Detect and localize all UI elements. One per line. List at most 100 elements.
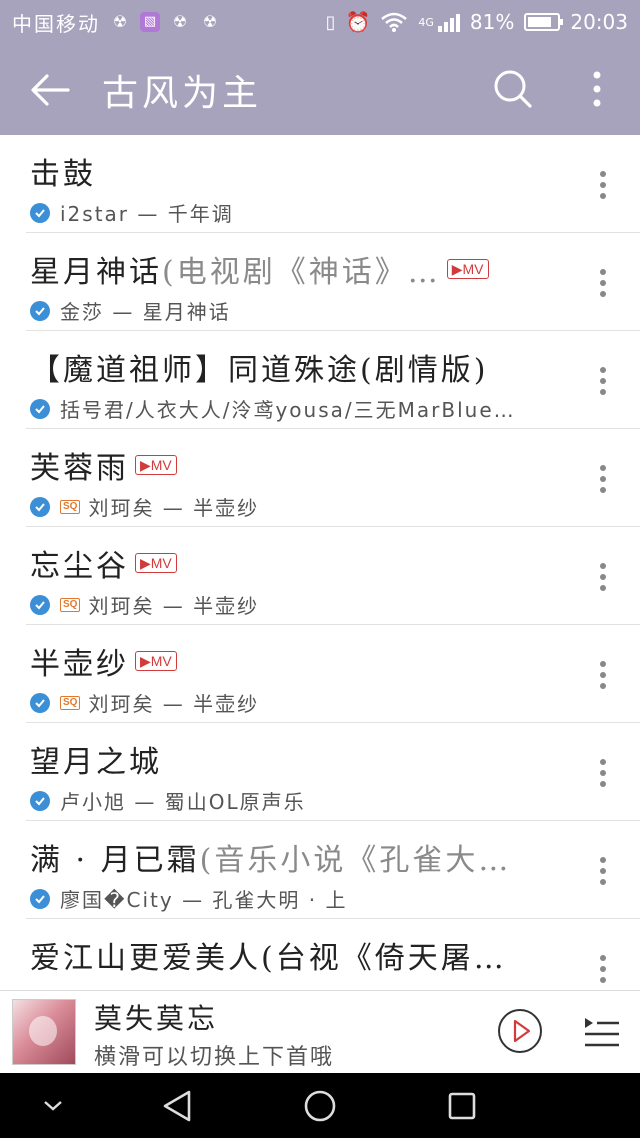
- sq-quality-badge: SQ: [60, 499, 81, 514]
- search-icon: [494, 70, 532, 108]
- alarm-icon: ⏰: [345, 10, 371, 34]
- song-row[interactable]: 忘尘谷 ▶MV SQ 刘珂矣 — 半壶纱: [26, 527, 640, 625]
- song-title-line: 望月之城: [30, 737, 550, 781]
- song-row[interactable]: 击鼓 i2star — 千年调: [26, 135, 640, 233]
- song-list[interactable]: 击鼓 i2star — 千年调 星月神话 (电视剧《神话》… ▶MV 金莎 — 星月神话【…: [0, 135, 640, 990]
- song-title-line: 爱江山更爱美人(台视《倚天屠…: [30, 933, 550, 977]
- more-vertical-icon: [593, 71, 601, 107]
- song-title-line: 半壶纱 ▶MV: [30, 639, 550, 683]
- wifi-icon: [381, 12, 408, 32]
- song-title: 【魔道祖师】同道殊途(剧情版): [30, 353, 489, 388]
- album-art[interactable]: [12, 999, 76, 1065]
- song-more-button[interactable]: [588, 459, 618, 499]
- mv-badge[interactable]: ▶MV: [446, 259, 489, 279]
- song-meta-line: i2star — 千年调: [30, 198, 550, 227]
- downloaded-check-icon: [30, 888, 50, 909]
- more-vertical-icon: [600, 759, 606, 787]
- song-more-button[interactable]: [588, 263, 618, 303]
- downloaded-check-icon: [30, 202, 50, 223]
- song-meta-line: SQ 刘珂矣 — 半壶纱: [30, 590, 550, 619]
- triangle-back-icon: [163, 1090, 191, 1122]
- song-more-button[interactable]: [588, 361, 618, 401]
- home-nav-button[interactable]: [295, 1081, 345, 1131]
- mini-player[interactable]: 莫失莫忘 横滑可以切换上下首哦: [0, 990, 640, 1073]
- song-more-button[interactable]: [588, 851, 618, 891]
- song-title: 半壶纱: [30, 647, 129, 682]
- song-more-button[interactable]: [588, 557, 618, 597]
- song-artist-album: 金莎 — 星月神话: [60, 300, 231, 324]
- mv-badge[interactable]: ▶MV: [135, 553, 177, 573]
- notification-icon: ☢: [112, 12, 128, 31]
- song-meta-line: 括号君/人衣大人/泠鸢yousa/三无MarBlue…: [30, 394, 550, 423]
- notification-icon: ☢: [202, 12, 218, 31]
- song-row[interactable]: 星月神话 (电视剧《神话》… ▶MV 金莎 — 星月神话: [26, 233, 640, 331]
- song-title-line: 星月神话 (电视剧《神话》… ▶MV: [30, 247, 550, 291]
- search-button[interactable]: [486, 62, 540, 116]
- downloaded-check-icon: [30, 300, 50, 321]
- song-meta-line: 金莎 — 星月神话: [30, 296, 550, 325]
- status-left: 中国移动 ☢ ▧ ☢ ☢: [12, 8, 220, 37]
- more-vertical-icon: [600, 269, 606, 297]
- now-playing-hint: 横滑可以切换上下首哦: [94, 1045, 335, 1070]
- downloaded-check-icon: [30, 496, 50, 517]
- circle-home-icon: [304, 1090, 336, 1122]
- back-nav-button[interactable]: [152, 1081, 202, 1131]
- song-more-button[interactable]: [588, 655, 618, 695]
- square-recents-icon: [448, 1092, 476, 1120]
- song-title-line: 芙蓉雨 ▶MV: [30, 443, 550, 487]
- more-vertical-icon: [600, 465, 606, 493]
- song-artist-album: 刘珂矣 — 半壶纱: [88, 496, 260, 520]
- song-meta-line: SQ 刘珂矣 — 半壶纱: [30, 688, 550, 717]
- song-title: 满 · 月已霜: [30, 843, 200, 878]
- battery-icon: [524, 13, 564, 31]
- system-nav-bar: [0, 1073, 640, 1138]
- now-playing-title: 莫失莫忘: [94, 1002, 219, 1035]
- song-subtitle: (电视剧《神话》…: [162, 255, 441, 290]
- playlist-icon: [585, 1018, 619, 1047]
- sq-quality-badge: SQ: [60, 695, 81, 710]
- page-title: 古风为主: [102, 72, 263, 114]
- song-row[interactable]: 芙蓉雨 ▶MV SQ 刘珂矣 — 半壶纱: [26, 429, 640, 527]
- song-more-button[interactable]: [588, 165, 618, 205]
- more-vertical-icon: [600, 367, 606, 395]
- song-row[interactable]: 满 · 月已霜 (音乐小说《孔雀大… 廖国�City — 孔雀大明 · 上: [26, 821, 640, 919]
- song-meta-line: 卢小旭 — 蜀山OL原声乐: [30, 786, 550, 815]
- song-artist-album: 刘珂矣 — 半壶纱: [88, 594, 260, 618]
- mv-badge[interactable]: ▶MV: [135, 651, 177, 671]
- carrier-label: 中国移动: [12, 11, 100, 36]
- more-options-button[interactable]: [575, 62, 619, 116]
- back-button[interactable]: [20, 60, 80, 120]
- song-row[interactable]: 半壶纱 ▶MV SQ 刘珂矣 — 半壶纱: [26, 625, 640, 723]
- song-title: 星月神话: [30, 255, 162, 290]
- song-title: 芙蓉雨: [30, 451, 129, 486]
- app-bar: 古风为主: [0, 44, 640, 135]
- more-vertical-icon: [600, 857, 606, 885]
- song-artist-album: 括号君/人衣大人/泠鸢yousa/三无MarBlue…: [60, 398, 516, 422]
- song-artist-album: 廖国�City — 孔雀大明 · 上: [60, 888, 348, 912]
- chevron-down-icon: [44, 1101, 62, 1111]
- playlist-button[interactable]: [580, 1007, 624, 1055]
- song-title: 望月之城: [30, 745, 162, 780]
- song-title-line: 【魔道祖师】同道殊途(剧情版): [30, 345, 550, 389]
- mv-badge[interactable]: ▶MV: [135, 455, 177, 475]
- more-vertical-icon: [600, 171, 606, 199]
- collapse-nav-button[interactable]: [28, 1081, 78, 1131]
- sq-quality-badge: SQ: [60, 597, 81, 612]
- song-more-button[interactable]: [588, 949, 618, 989]
- play-button[interactable]: [496, 1007, 544, 1055]
- song-more-button[interactable]: [588, 753, 618, 793]
- recents-nav-button[interactable]: [437, 1081, 487, 1131]
- song-row[interactable]: 爱江山更爱美人(台视《倚天屠…: [26, 919, 640, 990]
- downloaded-check-icon: [30, 790, 50, 811]
- vibrate-icon: ▯: [325, 11, 336, 33]
- song-row[interactable]: 望月之城卢小旭 — 蜀山OL原声乐: [26, 723, 640, 821]
- song-meta-line: SQ 刘珂矣 — 半壶纱: [30, 492, 550, 521]
- arrow-left-icon: [31, 73, 70, 106]
- downloaded-check-icon: [30, 594, 50, 615]
- downloaded-check-icon: [30, 692, 50, 713]
- clock: 20:03: [570, 10, 628, 34]
- notification-icon: ☢: [172, 12, 188, 31]
- song-title-line: 满 · 月已霜 (音乐小说《孔雀大…: [30, 835, 550, 879]
- song-subtitle: (音乐小说《孔雀大…: [199, 843, 512, 878]
- song-row[interactable]: 【魔道祖师】同道殊途(剧情版) 括号君/人衣大人/泠鸢yousa/三无MarBlu…: [26, 331, 640, 429]
